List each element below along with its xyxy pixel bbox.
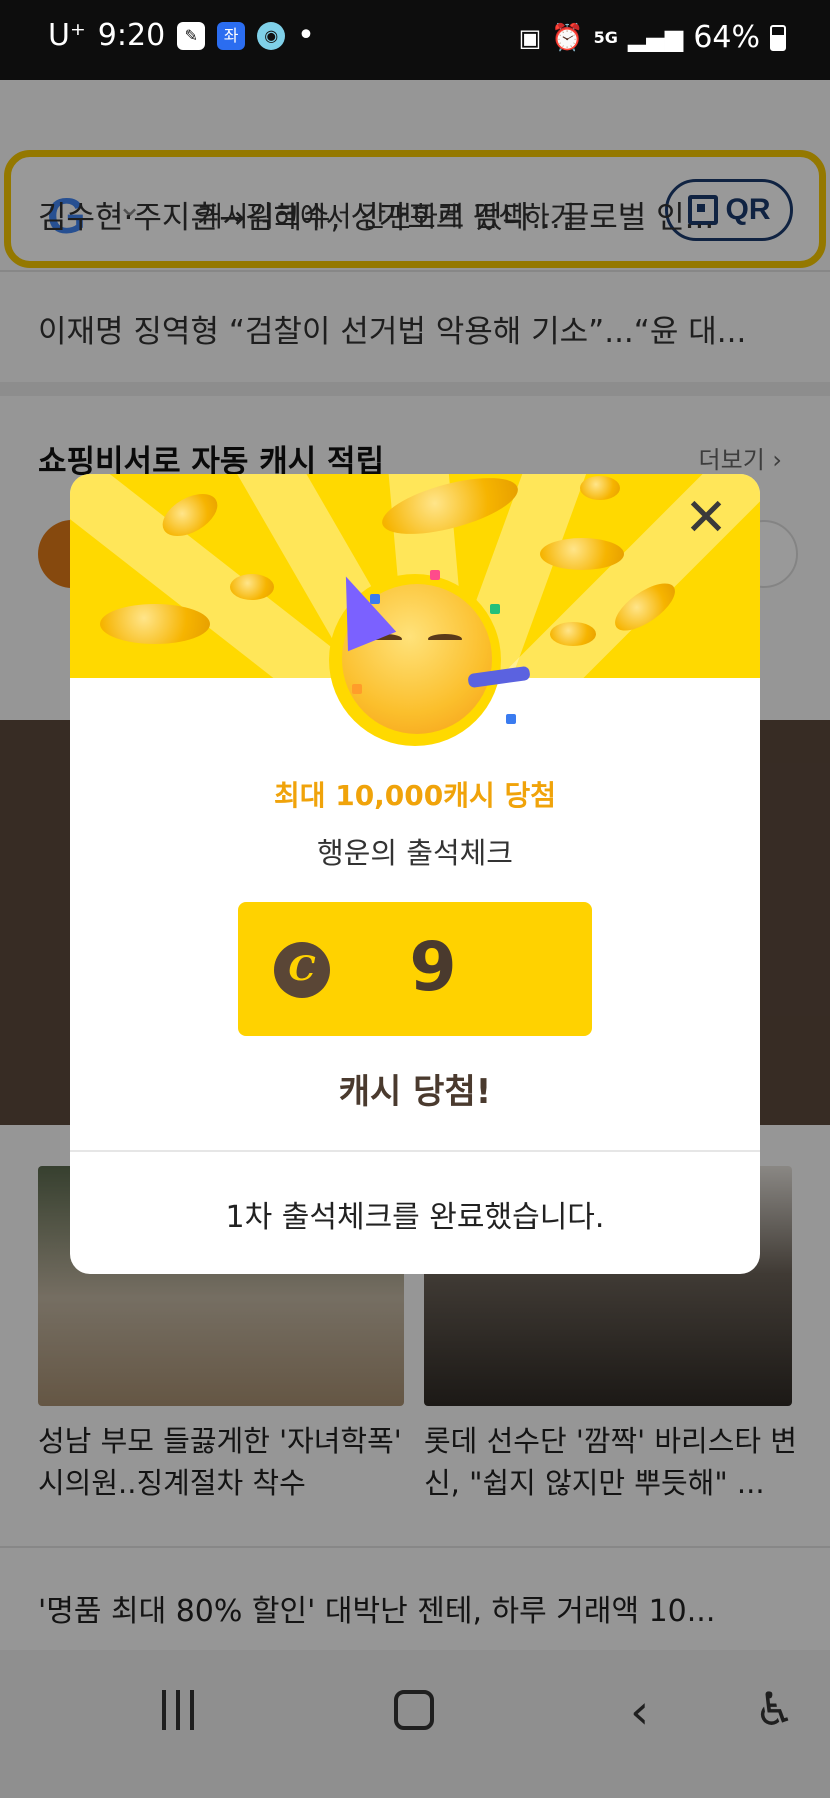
home-button[interactable]	[394, 1690, 434, 1730]
attendance-modal: ✕ 최대 10,000캐시 당첨 행운의 출석체크 C 9 캐시 당첨! 1차 …	[70, 474, 760, 1274]
status-bar: U⁺ 9:20 ✎ 좌 ◉ • ▣ ⏰ 5G ▂▄▆ 64%	[0, 0, 830, 80]
divider	[70, 1150, 760, 1152]
coin-icon	[550, 622, 596, 646]
eye-icon	[428, 634, 462, 644]
app-notification-icon: ✎	[177, 21, 206, 50]
prize-headline: 최대 10,000캐시 당첨	[273, 779, 557, 812]
battery-percent: 64%	[693, 20, 760, 55]
confetti	[370, 594, 380, 604]
win-message: 캐시 당첨!	[338, 1072, 492, 1112]
coin-icon	[540, 538, 624, 570]
battery-saver-icon: ▣	[518, 23, 542, 52]
recent-apps-icon	[176, 1690, 180, 1730]
accessibility-button[interactable]: ♿︎	[754, 1682, 795, 1736]
back-button[interactable]: ‹	[630, 1684, 649, 1740]
confetti	[352, 684, 362, 694]
signal-icon: ▂▄▆	[627, 23, 684, 52]
accessibility-icon: ♿︎	[754, 1682, 796, 1736]
app-notification-icon-3: ◉	[257, 21, 286, 50]
coin-icon	[230, 574, 274, 600]
confetti	[430, 570, 440, 580]
cash-coin-icon: C	[274, 942, 330, 998]
carrier-label: U⁺	[48, 18, 86, 53]
close-button[interactable]: ✕	[678, 490, 734, 546]
prize-box: C 9	[238, 902, 592, 1036]
coin-icon	[580, 476, 620, 500]
event-subtitle: 행운의 출석체크	[317, 836, 513, 870]
battery-icon	[770, 24, 786, 51]
recent-apps-icon	[190, 1690, 194, 1730]
alarm-icon: ⏰	[551, 22, 584, 53]
app-notification-icon-2: 좌	[217, 21, 246, 50]
recent-apps-button[interactable]	[162, 1690, 202, 1734]
more-notifications-dot: •	[297, 18, 315, 53]
coin-icon	[100, 604, 210, 644]
confetti	[490, 604, 500, 614]
recent-apps-icon	[162, 1690, 166, 1730]
network-type: 5G	[593, 28, 618, 47]
confetti	[506, 714, 516, 724]
system-nav-bar: ‹ ♿︎	[0, 1650, 830, 1798]
clock: 9:20	[97, 18, 166, 53]
prize-amount: 9	[409, 928, 457, 1007]
completion-message: 1차 출석체크를 완료했습니다.	[225, 1200, 605, 1235]
